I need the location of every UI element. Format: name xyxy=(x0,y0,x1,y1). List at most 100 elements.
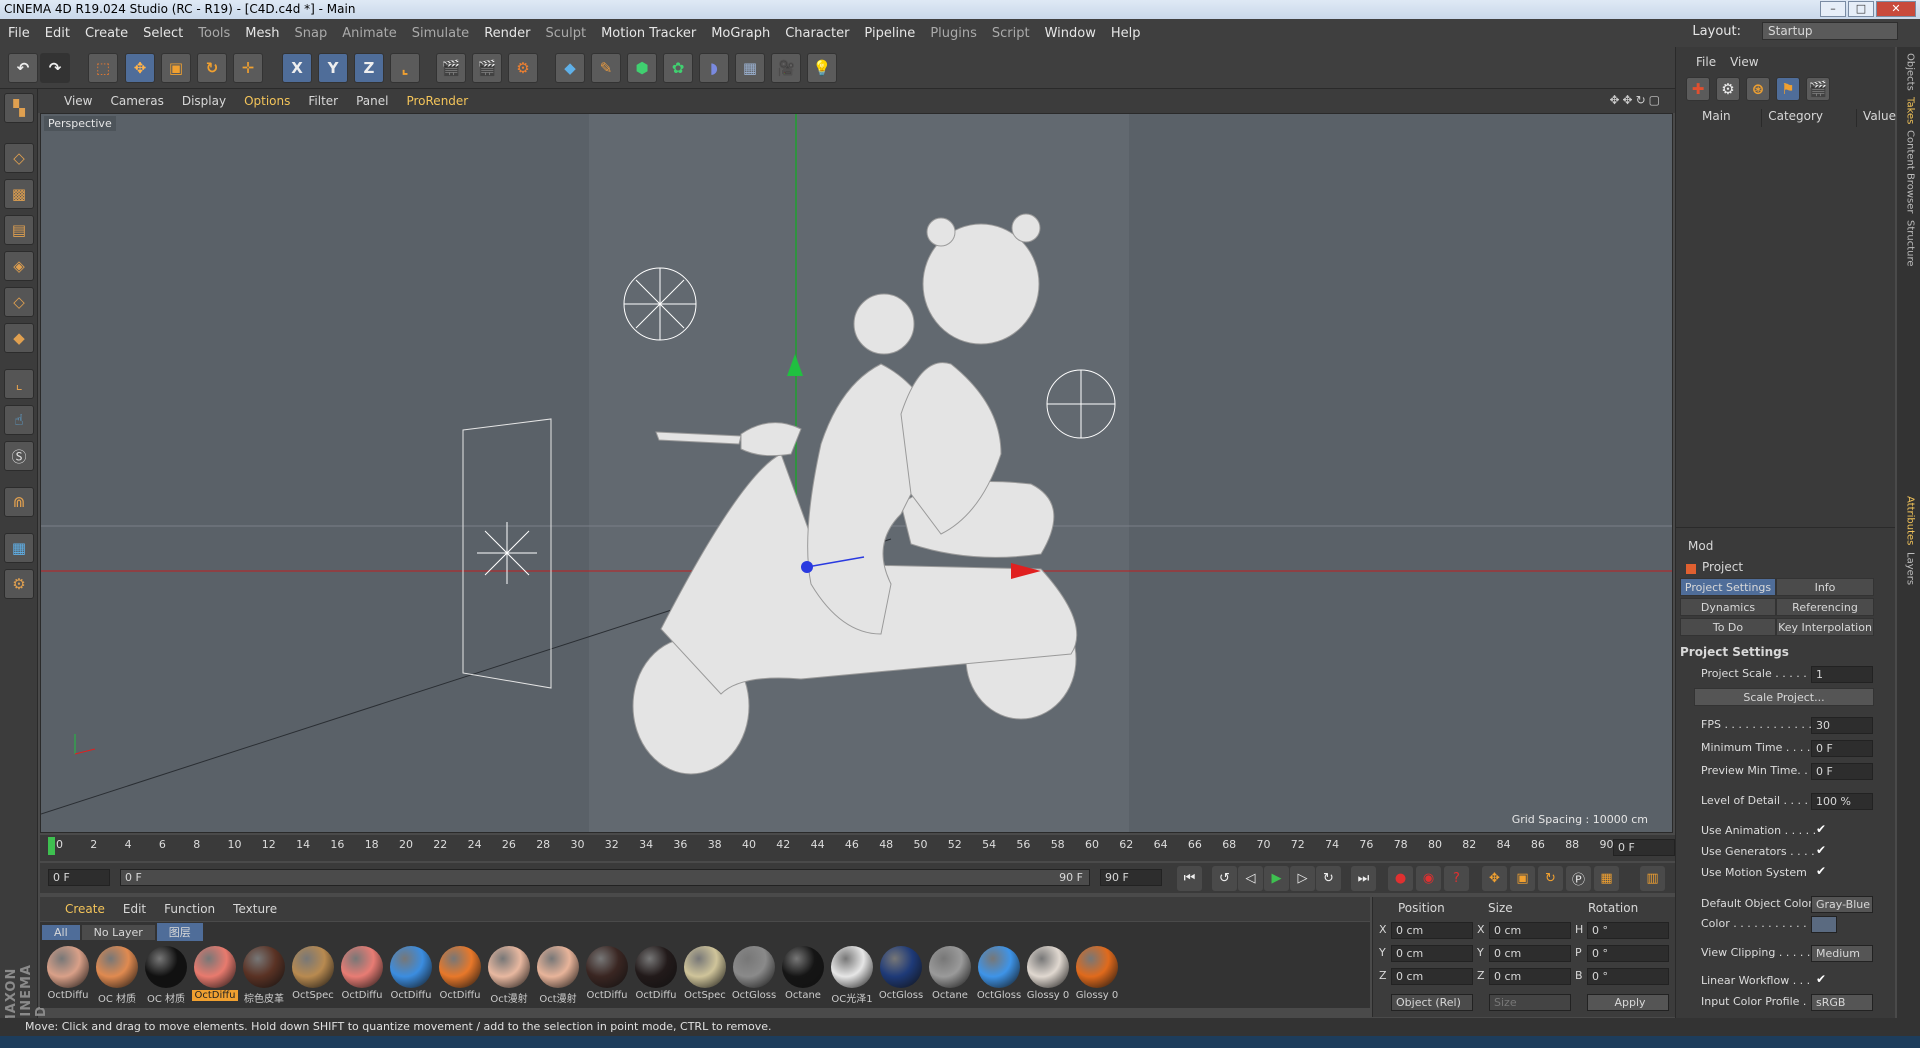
z-axis-lock-button[interactable]: Z xyxy=(354,53,384,83)
tab-takes[interactable]: Takes xyxy=(1902,97,1916,124)
mat-menu-texture[interactable]: Texture xyxy=(233,902,277,916)
mat-menu-edit[interactable]: Edit xyxy=(123,902,146,916)
color-swatch[interactable] xyxy=(1811,916,1837,933)
material-item[interactable]: OctDiffu xyxy=(339,946,385,1001)
timeline-ruler[interactable]: 0 2 4 6 8 10 12 14 16 18 20 22 24 26 28 30 32 34 36 38 40 42 4… xyxy=(40,835,1675,861)
menu-animate[interactable]: Animate xyxy=(342,26,396,41)
coordinate-system-icon[interactable]: ⌞ xyxy=(390,53,420,83)
previous-key-icon[interactable]: ↺ xyxy=(1212,866,1237,891)
points-mode-icon[interactable]: ◈ xyxy=(4,251,34,281)
col-value[interactable]: Value xyxy=(1856,109,1896,127)
tab-layers[interactable]: Layers xyxy=(1902,552,1916,585)
tweak-mode-icon[interactable]: ☝ xyxy=(4,405,34,435)
key-pla-icon[interactable]: ▦ xyxy=(1594,866,1619,891)
tab-project-settings[interactable]: Project Settings xyxy=(1680,578,1776,596)
layout-dropdown[interactable]: Startup xyxy=(1762,22,1898,40)
close-button[interactable]: ✕ xyxy=(1876,1,1916,17)
default-object-color-dropdown[interactable]: Gray-Blue xyxy=(1811,896,1873,913)
material-item[interactable]: OC 材质 xyxy=(94,946,140,1005)
material-item[interactable]: Octane xyxy=(927,946,973,1001)
workplane-icon[interactable]: ▦ xyxy=(4,533,34,563)
lock-workplane-icon[interactable]: ⚙ xyxy=(4,569,34,599)
material-item[interactable]: OctSpec xyxy=(290,946,336,1001)
tab-referencing[interactable]: Referencing xyxy=(1776,598,1874,616)
menu-file[interactable]: File xyxy=(8,26,30,41)
input-color-profile-dropdown[interactable]: sRGB xyxy=(1811,994,1873,1011)
take-auto-icon[interactable]: ⊛ xyxy=(1746,77,1770,101)
vp-menu-display[interactable]: Display xyxy=(182,94,226,108)
fps-field[interactable]: 30 xyxy=(1811,717,1873,734)
polygons-mode-icon[interactable]: ◆ xyxy=(4,323,34,353)
level-of-detail-field[interactable]: 100 % xyxy=(1811,793,1873,810)
take-lock-icon[interactable]: ⚑ xyxy=(1776,77,1800,101)
viewport-navigation-icons[interactable]: ✥✥↻▢ xyxy=(1609,93,1663,107)
rot-h-field[interactable]: 0 ° xyxy=(1587,922,1669,939)
key-rotation-icon[interactable]: ↻ xyxy=(1538,866,1563,891)
tab-key-interpolation[interactable]: Key Interpolation xyxy=(1776,618,1874,636)
material-item[interactable]: Oct漫射 xyxy=(535,946,581,1005)
filter-all[interactable]: All xyxy=(42,924,80,940)
preview-range-slider[interactable]: 0 F 90 F xyxy=(120,869,1090,886)
play-icon[interactable]: ▶ xyxy=(1264,866,1289,891)
vp-menu-filter[interactable]: Filter xyxy=(308,94,338,108)
material-item[interactable]: OctSpec xyxy=(682,946,728,1001)
edges-mode-icon[interactable]: ◇ xyxy=(4,287,34,317)
menu-mograph[interactable]: MoGraph xyxy=(711,26,770,41)
material-item[interactable]: OctDiffu xyxy=(437,946,483,1001)
vp-menu-options[interactable]: Options xyxy=(244,94,290,108)
menu-plugins[interactable]: Plugins xyxy=(930,26,977,41)
menu-script[interactable]: Script xyxy=(992,26,1030,41)
snap-icon[interactable]: ⋒ xyxy=(4,487,34,517)
model-mode-icon[interactable]: ◇ xyxy=(4,143,34,173)
material-item[interactable]: OctDiffu xyxy=(45,946,91,1001)
col-main[interactable]: Main xyxy=(1676,109,1761,127)
floor-icon[interactable]: ▦ xyxy=(735,53,765,83)
vp-menu-cameras[interactable]: Cameras xyxy=(110,94,163,108)
take-add-icon[interactable]: ✚ xyxy=(1686,77,1710,101)
menu-edit[interactable]: Edit xyxy=(45,26,70,41)
axis-mode-icon[interactable]: ⌞ xyxy=(4,369,34,399)
current-frame-field[interactable]: 0 F xyxy=(1613,839,1675,856)
tab-attributes[interactable]: Attributes xyxy=(1902,496,1916,545)
scale-tool-icon[interactable]: ▣ xyxy=(161,53,191,83)
timeline-icon[interactable]: ▥ xyxy=(1640,866,1665,891)
key-parameter-icon[interactable]: Ⓟ xyxy=(1566,866,1591,891)
filter-layer[interactable]: 图层 xyxy=(156,923,203,941)
material-item[interactable]: Octane xyxy=(780,946,826,1001)
vp-menu-prorender[interactable]: ProRender xyxy=(406,94,468,108)
cube-icon[interactable]: ◆ xyxy=(555,53,585,83)
menu-snap[interactable]: Snap xyxy=(295,26,328,41)
size-x-field[interactable]: 0 cm xyxy=(1489,922,1571,939)
take-override-icon[interactable]: ⚙ xyxy=(1716,77,1740,101)
pos-z-field[interactable]: 0 cm xyxy=(1391,968,1473,985)
y-axis-lock-button[interactable]: Y xyxy=(318,53,348,83)
move-tool-icon[interactable]: ✥ xyxy=(125,53,155,83)
pos-x-field[interactable]: 0 cm xyxy=(1391,922,1473,939)
pen-icon[interactable]: ✎ xyxy=(591,53,621,83)
material-item[interactable]: OctDiffu xyxy=(584,946,630,1001)
go-to-end-icon[interactable]: ⏭ xyxy=(1351,866,1376,891)
next-key-icon[interactable]: ↻ xyxy=(1316,866,1341,891)
make-editable-icon[interactable]: ▚ xyxy=(4,93,34,123)
render-to-picture-viewer-icon[interactable]: 🎬 xyxy=(472,53,502,83)
material-item[interactable]: OctDiffu xyxy=(388,946,434,1001)
rot-p-field[interactable]: 0 ° xyxy=(1587,945,1669,962)
x-axis-lock-button[interactable]: X xyxy=(282,53,312,83)
tab-content-browser[interactable]: Content Browser xyxy=(1902,130,1916,213)
size-mode-dropdown[interactable]: Size xyxy=(1489,994,1571,1011)
layout-selector[interactable]: Layout: Startup xyxy=(1692,22,1898,40)
minimum-time-field[interactable]: 0 F xyxy=(1811,740,1873,757)
take-render-icon[interactable]: 🎬 xyxy=(1806,77,1830,101)
cloner-icon[interactable]: ✿ xyxy=(663,53,693,83)
material-item[interactable]: Glossy 0 xyxy=(1025,946,1071,1001)
menu-motion-tracker[interactable]: Motion Tracker xyxy=(601,26,696,41)
menu-help[interactable]: Help xyxy=(1111,26,1141,41)
key-position-icon[interactable]: ✥ xyxy=(1482,866,1507,891)
pos-y-field[interactable]: 0 cm xyxy=(1391,945,1473,962)
record-icon[interactable]: ● xyxy=(1388,866,1413,891)
rot-b-field[interactable]: 0 ° xyxy=(1587,968,1669,985)
obj-menu-file[interactable]: File xyxy=(1696,55,1716,69)
material-item[interactable]: OctDiffu xyxy=(633,946,679,1001)
material-item[interactable]: OC光泽1 xyxy=(829,946,875,1005)
rotate-tool-icon[interactable]: ↻ xyxy=(197,53,227,83)
